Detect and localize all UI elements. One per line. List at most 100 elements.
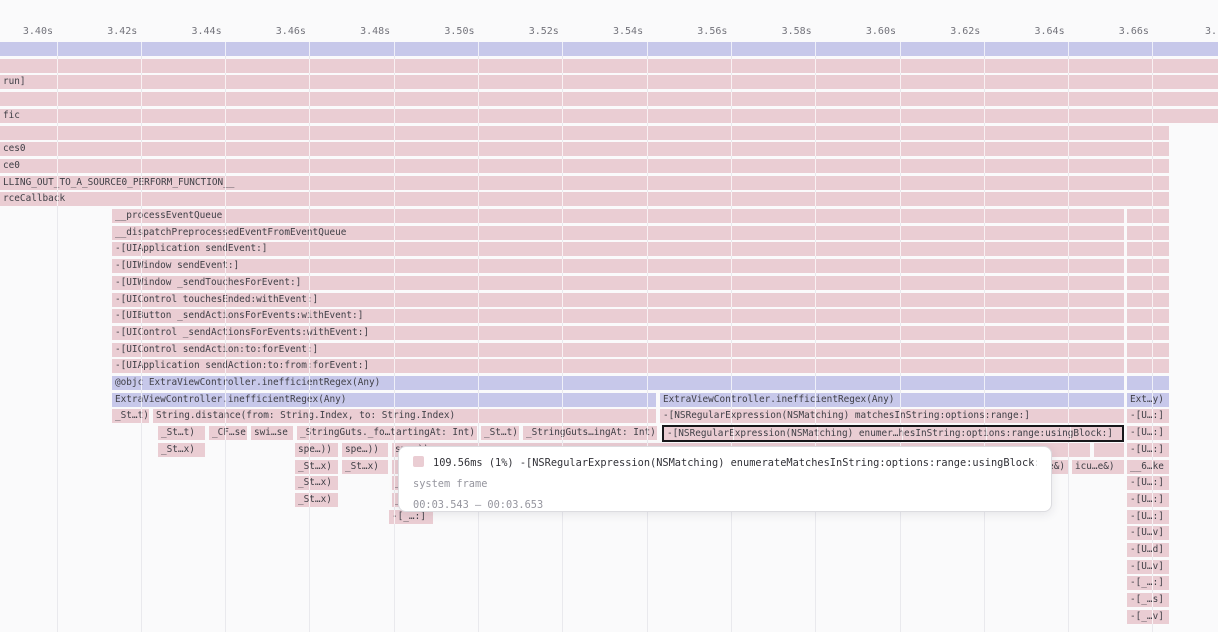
frame[interactable] xyxy=(1127,242,1169,256)
frame[interactable]: Ext…y) xyxy=(1127,393,1169,407)
frame[interactable]: -[UIWindow sendEvent:] xyxy=(112,259,1124,273)
frame[interactable]: _St…x) xyxy=(295,460,338,474)
ruler-tick-label: 3.50s xyxy=(405,26,475,37)
frame[interactable]: __processEventQueue xyxy=(112,209,1124,223)
frame[interactable]: _St…x) xyxy=(295,476,338,490)
gridline-overlay xyxy=(562,159,563,173)
gridline-overlay xyxy=(815,209,816,223)
gridline-overlay xyxy=(309,42,310,56)
frame[interactable]: __6…ke xyxy=(1127,460,1169,474)
frame[interactable] xyxy=(0,126,1169,140)
frame[interactable] xyxy=(0,92,1218,106)
ruler-tick-label: 3.56s xyxy=(657,26,727,37)
gridline-overlay xyxy=(984,259,985,273)
frame[interactable]: -[U…d] xyxy=(1127,543,1169,557)
gridline-overlay xyxy=(984,126,985,140)
frame[interactable] xyxy=(0,42,1218,56)
frame[interactable]: @objc ExtraViewController.inefficientReg… xyxy=(112,376,1124,390)
frame[interactable]: fic xyxy=(0,109,1218,123)
frame[interactable] xyxy=(1127,276,1169,290)
frame[interactable]: spe…)) xyxy=(342,443,388,457)
frame[interactable]: -[U…:] xyxy=(1127,493,1169,507)
frame[interactable] xyxy=(1127,376,1169,390)
frame[interactable]: -[UIControl touchesEnded:withEvent:] xyxy=(112,293,1124,307)
frame[interactable]: -[UIApplication sendAction:to:from:forEv… xyxy=(112,359,1124,373)
gridline-overlay xyxy=(309,409,310,423)
frame[interactable]: -[UIButton _sendActionsForEvents:withEve… xyxy=(112,309,1124,323)
frame[interactable]: _StringGuts._fo…tartingAt: Int) xyxy=(297,426,477,440)
frame-label: -[U…v] xyxy=(1127,526,1167,540)
frame[interactable] xyxy=(1127,259,1169,273)
gridline-overlay xyxy=(1068,42,1069,56)
frame[interactable]: _St…t) xyxy=(158,426,205,440)
ruler-tick-label: 3.46s xyxy=(236,26,306,37)
frame[interactable]: -[U…:] xyxy=(1127,510,1169,524)
frame[interactable]: icu…e&) xyxy=(1072,460,1124,474)
frame[interactable]: ces0 xyxy=(0,142,1169,156)
frame[interactable] xyxy=(1127,343,1169,357)
frame[interactable]: _St…t) xyxy=(112,409,149,423)
frame[interactable]: -[NSRegularExpression(NSMatching) matche… xyxy=(660,409,1124,423)
gridline-overlay xyxy=(731,209,732,223)
gridline-overlay xyxy=(1152,426,1153,440)
gridline-overlay xyxy=(562,409,563,423)
gridline-overlay xyxy=(731,159,732,173)
frame[interactable]: -[UIWindow _sendTouchesForEvent:] xyxy=(112,276,1124,290)
frame[interactable]: -[U…v] xyxy=(1127,526,1169,540)
frame[interactable]: rceCallback xyxy=(0,192,1169,206)
frame[interactable]: _St…x) xyxy=(158,443,205,457)
frame[interactable] xyxy=(1127,226,1169,240)
gridline-overlay xyxy=(984,159,985,173)
gridline-overlay xyxy=(141,92,142,106)
frame[interactable]: _StringGuts…ingAt: Int) xyxy=(523,426,657,440)
frame[interactable] xyxy=(1127,359,1169,373)
tooltip-percent: (1%) xyxy=(489,457,514,469)
gridline-overlay xyxy=(562,226,563,240)
frame[interactable]: ce0 xyxy=(0,159,1169,173)
frame[interactable]: -[U…:] xyxy=(1127,476,1169,490)
frame[interactable]: _CF…se xyxy=(209,426,247,440)
frame[interactable]: -[_…s] xyxy=(1127,593,1169,607)
frame[interactable]: ExtraViewController.inefficientRegex(Any… xyxy=(112,393,656,407)
gridline-overlay xyxy=(647,59,648,73)
frame[interactable]: run] xyxy=(0,75,1218,89)
frame[interactable]: __dispatchPreprocessedEventFromEventQueu… xyxy=(112,226,1124,240)
frame[interactable] xyxy=(1127,326,1169,340)
tooltip-time-range: 00:03.543 — 00:03.653 xyxy=(413,495,1037,516)
frame[interactable]: -[_…v] xyxy=(1127,610,1169,624)
frame[interactable]: String.distance(from: String.Index, to: … xyxy=(153,409,656,423)
frame[interactable]: -[U…:] xyxy=(1127,443,1169,457)
frame[interactable] xyxy=(0,59,1218,73)
frame[interactable]: -[U…:] xyxy=(1127,409,1169,423)
ruler-tick-label: 3.52s xyxy=(489,26,559,37)
frame-label: _St…t) xyxy=(158,426,198,440)
ruler-tick-label: 3.42s xyxy=(67,26,137,37)
frame[interactable]: _St…t) xyxy=(481,426,519,440)
frame[interactable]: -[U…:] xyxy=(1127,426,1169,440)
frame[interactable] xyxy=(1127,209,1169,223)
frame[interactable]: _St…x) xyxy=(342,460,388,474)
frame-label: -[U…:] xyxy=(1127,493,1167,507)
frame[interactable] xyxy=(1127,293,1169,307)
gridline-overlay xyxy=(225,293,226,307)
gridline-overlay xyxy=(647,309,648,323)
gridline-overlay xyxy=(1068,443,1069,457)
gridline-overlay xyxy=(815,142,816,156)
gridline-overlay xyxy=(562,359,563,373)
frame[interactable]: -[UIControl sendAction:to:forEvent:] xyxy=(112,343,1124,357)
frame[interactable]: -[UIApplication sendEvent:] xyxy=(112,242,1124,256)
selected-frame[interactable]: -[NSRegularExpression(NSMatching) enumer… xyxy=(662,425,1124,442)
frame[interactable] xyxy=(1094,443,1124,457)
gridline-overlay xyxy=(309,109,310,123)
frame[interactable]: -[_…:] xyxy=(1127,576,1169,590)
frame[interactable]: swi…se xyxy=(251,426,293,440)
frame[interactable] xyxy=(1127,309,1169,323)
frame[interactable]: -[U…v] xyxy=(1127,560,1169,574)
frame[interactable]: spe…)) xyxy=(295,443,338,457)
frame[interactable]: ExtraViewController.inefficientRegex(Any… xyxy=(660,393,1124,407)
frame[interactable]: -[UIControl _sendActionsForEvents:withEv… xyxy=(112,326,1124,340)
gridline-overlay xyxy=(1152,209,1153,223)
frame[interactable]: _St…x) xyxy=(295,493,338,507)
frame[interactable]: LLING_OUT_TO_A_SOURCE0_PERFORM_FUNCTION_… xyxy=(0,176,1169,190)
ruler-tick-label-partial: 3. xyxy=(1205,26,1217,37)
